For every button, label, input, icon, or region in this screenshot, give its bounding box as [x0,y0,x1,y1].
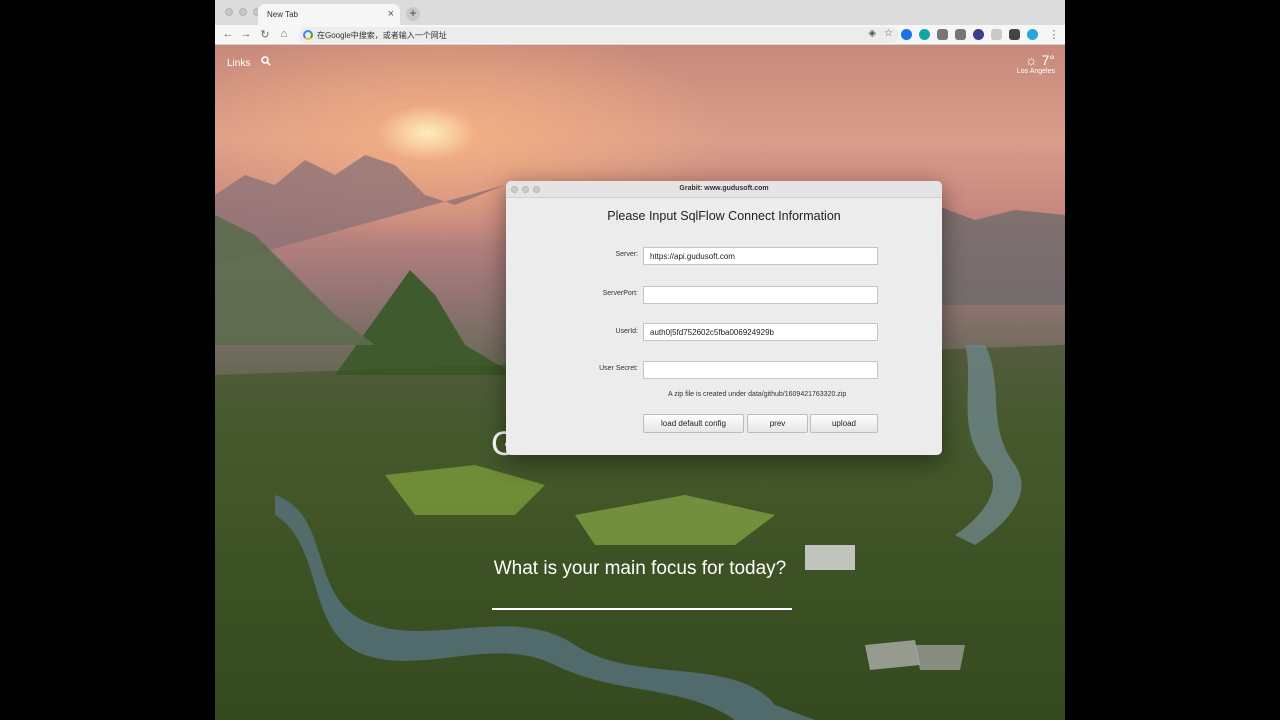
extension-icon[interactable] [1009,29,1020,40]
user-secret-field[interactable] [643,361,878,379]
browser-toolbar: ← → ↻ ⌂ 在Google中搜索，或者输入一个网址 ◈ ☆ ⋮ [215,25,1065,45]
dialog-heading: Please Input SqlFlow Connect Information [607,209,841,223]
extension-icon[interactable] [991,29,1002,40]
new-tab-button[interactable]: + [406,7,420,21]
zip-status-message: A zip file is created under data/github/… [668,391,847,398]
minimize-window-button[interactable] [239,8,247,16]
browser-tabstrip: New Tab × + [215,0,1065,26]
sqlflow-connect-dialog: Grabit: www.gudusoft.com Please Input Sq… [506,181,942,455]
user-id-label: UserId: [615,328,638,335]
user-id-field[interactable] [643,323,878,341]
links-button[interactable]: Links [227,58,250,69]
dialog-titlebar: Grabit: www.gudusoft.com [506,181,942,198]
tab-close-icon[interactable]: × [388,8,394,20]
screen: New Tab × + ← → ↻ ⌂ 在Google中搜索，或者输入一个网址 … [215,0,1065,720]
extension-icon[interactable] [919,29,930,40]
window-controls [225,8,261,16]
extension-icon[interactable] [955,29,966,40]
load-default-config-button[interactable]: load default config [643,414,744,433]
extension-icon[interactable] [901,29,912,40]
tab-title: New Tab [267,10,298,19]
search-icon[interactable] [261,56,271,66]
forward-icon[interactable]: → [239,28,253,40]
close-window-button[interactable] [225,8,233,16]
upload-button[interactable]: upload [810,414,878,433]
address-bar-placeholder: 在Google中搜索，或者输入一个网址 [317,31,447,40]
extensions-area [901,29,1038,40]
back-icon[interactable]: ← [221,28,235,40]
extension-icon[interactable] [973,29,984,40]
temperature: 7° [1041,52,1055,68]
server-label: Server: [615,251,638,258]
server-port-field[interactable] [643,286,878,304]
extension-icon[interactable] [937,29,948,40]
home-icon[interactable]: ⌂ [277,28,291,40]
bookmark-star-icon[interactable]: ☆ [884,28,893,39]
lens-icon[interactable]: ◈ [868,28,876,39]
weather-city: Los Angeles [1016,68,1055,75]
server-field[interactable] [643,247,878,265]
focus-input[interactable] [492,608,792,610]
user-secret-label: User Secret: [599,365,638,372]
focus-question: What is your main focus for today? [493,558,787,579]
extension-icon[interactable] [1027,29,1038,40]
prev-button[interactable]: prev [747,414,808,433]
tab-new-tab[interactable]: New Tab × [258,4,400,26]
browser-menu-icon[interactable]: ⋮ [1047,28,1061,41]
weather-widget[interactable]: ☼ 7° Los Angeles [1017,52,1055,75]
dialog-window-title: Grabit: www.gudusoft.com [679,185,769,192]
server-port-label: ServerPort: [602,290,638,297]
sun-icon: ☼ [1024,52,1038,68]
reload-icon[interactable]: ↻ [258,28,272,41]
address-bar[interactable]: 在Google中搜索，或者输入一个网址 ◈ ☆ [299,27,899,43]
google-icon [303,30,313,40]
